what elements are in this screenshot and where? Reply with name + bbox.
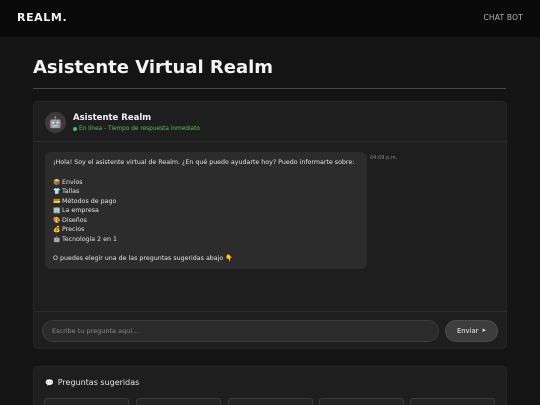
speech-bubble-icon: 💬 bbox=[45, 379, 54, 387]
pointing-down-icon: 👇 bbox=[225, 255, 234, 262]
chat-input-bar: Enviar ➤ bbox=[34, 311, 506, 349]
tshirt-icon: 👕 bbox=[53, 188, 61, 195]
brand-logo[interactable]: REALM. bbox=[17, 11, 67, 24]
topic-item: 🏢 La empresa bbox=[53, 206, 359, 216]
suggested-questions-title: 💬 Preguntas sugeridas bbox=[45, 378, 139, 387]
topic-label: Precios bbox=[62, 226, 85, 233]
topic-item: 💰 Precios bbox=[53, 225, 359, 235]
chat-window: 🤖 Asistente Realm En línea - Tiempo de r… bbox=[33, 101, 507, 349]
robot-icon: 🤖 bbox=[45, 112, 66, 133]
robot-icon: 🤖 bbox=[53, 235, 61, 243]
suggested-question-chip[interactable] bbox=[136, 398, 221, 405]
suggested-question-chip[interactable] bbox=[410, 398, 495, 405]
topic-item: 👕 Tallas bbox=[53, 187, 359, 197]
topic-item: 💳 Métodos de pago bbox=[53, 197, 359, 207]
message-list[interactable]: ¡Hola! Soy el asistente virtual de Realm… bbox=[34, 143, 506, 311]
suggested-question-chip[interactable] bbox=[319, 398, 404, 405]
topic-item: 🎨 Diseños bbox=[53, 216, 359, 226]
online-status-dot bbox=[73, 126, 77, 131]
bot-status: En línea - Tiempo de respuesta inmediato bbox=[73, 126, 200, 132]
package-icon: 📦 bbox=[53, 178, 61, 186]
bot-name: Asistente Realm bbox=[73, 113, 152, 123]
bot-status-text: En línea - Tiempo de respuesta inmediato bbox=[79, 126, 200, 132]
send-button[interactable]: Enviar ➤ bbox=[445, 320, 498, 342]
suggested-question-chip[interactable] bbox=[228, 398, 313, 405]
title-divider bbox=[33, 88, 506, 89]
send-arrow-icon: ➤ bbox=[481, 328, 487, 334]
topic-label: Envíos bbox=[62, 178, 83, 186]
money-bag-icon: 💰 bbox=[53, 226, 61, 233]
message-greeting: ¡Hola! Soy el asistente virtual de Realm… bbox=[53, 159, 355, 166]
topic-label: Tallas bbox=[62, 188, 80, 195]
credit-card-icon: 💳 bbox=[53, 197, 61, 205]
closing-text: O puedes elegir una de las preguntas sug… bbox=[53, 255, 224, 262]
topic-label: La empresa bbox=[62, 207, 99, 214]
page-title: Asistente Virtual Realm bbox=[33, 57, 274, 78]
top-navbar: REALM. CHAT BOT bbox=[0, 0, 540, 37]
building-icon: 🏢 bbox=[53, 207, 61, 214]
suggested-question-chip[interactable] bbox=[44, 398, 129, 405]
topic-item: 📦 Envíos bbox=[53, 178, 359, 188]
chat-header: 🤖 Asistente Realm En línea - Tiempo de r… bbox=[34, 102, 506, 142]
topic-label: Métodos de pago bbox=[62, 197, 117, 205]
topic-label: Tecnología 2 en 1 bbox=[62, 235, 118, 243]
topic-label: Diseños bbox=[62, 216, 87, 224]
palette-icon: 🎨 bbox=[53, 216, 61, 224]
suggested-questions-label: Preguntas sugeridas bbox=[57, 378, 140, 387]
question-input[interactable] bbox=[42, 320, 439, 342]
suggested-questions-panel: 💬 Preguntas sugeridas bbox=[33, 366, 507, 405]
nav-link-chatbot[interactable]: CHAT BOT bbox=[484, 13, 524, 22]
topic-item: 🤖 Tecnología 2 en 1 bbox=[53, 235, 359, 245]
message-closing: O puedes elegir una de las preguntas sug… bbox=[53, 254, 359, 264]
send-button-label: Enviar bbox=[456, 327, 479, 335]
message-timestamp: 04:09 p.m. bbox=[370, 155, 398, 161]
bot-message-bubble: ¡Hola! Soy el asistente virtual de Realm… bbox=[45, 152, 367, 269]
